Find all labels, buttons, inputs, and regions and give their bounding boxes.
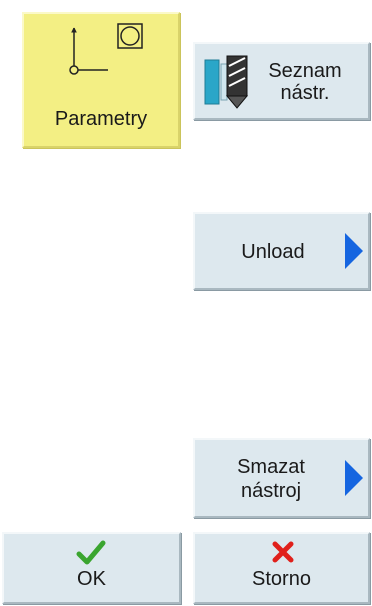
unload-softkey[interactable]: Unload <box>193 212 370 290</box>
delete-tool-label-line2: nástroj <box>240 480 302 502</box>
tool-list-label-line1: Seznam <box>268 60 342 82</box>
tool-list-label-line2: nástr. <box>280 82 330 104</box>
arrow-right-icon <box>345 233 363 269</box>
cross-icon <box>271 540 295 564</box>
delete-tool-label-line1: Smazat <box>237 456 305 478</box>
unload-label: Unload <box>241 241 305 263</box>
tool-list-icon <box>203 54 255 110</box>
delete-tool-softkey[interactable]: Smazat nástroj <box>193 438 370 518</box>
parametry-softkey[interactable]: Parametry <box>22 12 180 148</box>
ok-label: OK <box>77 568 106 590</box>
arrow-right-icon <box>345 460 363 496</box>
cancel-button[interactable]: Storno <box>193 532 370 604</box>
softkey-panel: Parametry Seznam nástr. Unload Smazat ná… <box>0 0 372 606</box>
axis-work-offset-icon <box>64 22 144 84</box>
cancel-label: Storno <box>252 568 311 590</box>
parametry-label: Parametry <box>54 108 148 130</box>
tool-list-softkey[interactable]: Seznam nástr. <box>193 42 370 120</box>
checkmark-icon <box>76 540 106 566</box>
ok-button[interactable]: OK <box>2 532 181 604</box>
